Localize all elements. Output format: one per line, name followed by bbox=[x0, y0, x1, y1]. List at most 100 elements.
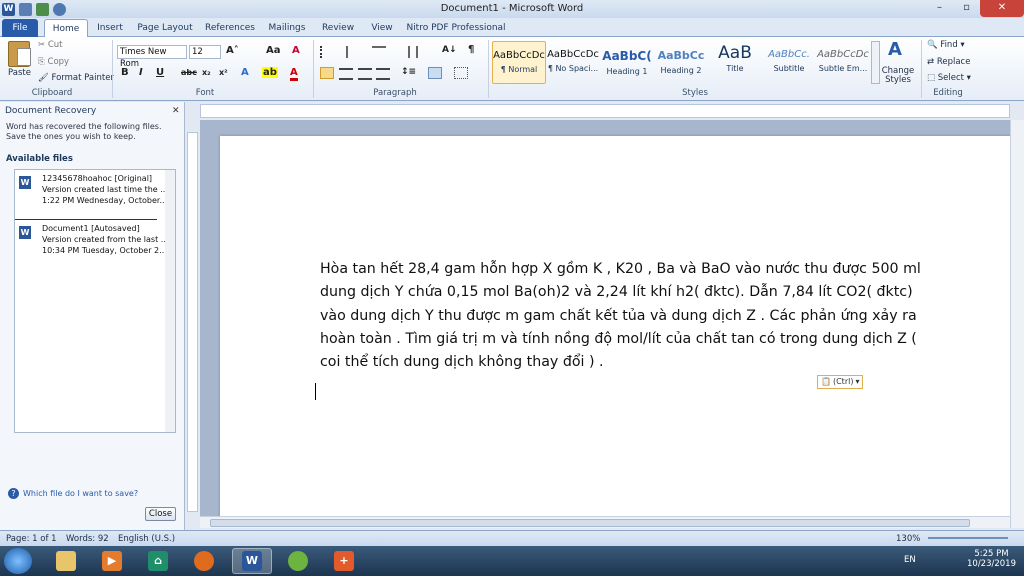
style-subtle-emphasis[interactable]: AaBbCcDc Subtle Em... bbox=[816, 41, 870, 84]
style-subtitle[interactable]: AaBbCc. Subtitle bbox=[762, 41, 816, 84]
bold-button[interactable]: B bbox=[121, 67, 129, 78]
recovered-file-item[interactable]: W Document1 [Autosaved] Version created … bbox=[19, 224, 169, 268]
multilevel-list-icon[interactable] bbox=[372, 46, 386, 58]
numbering-icon[interactable] bbox=[346, 46, 360, 58]
help-link[interactable]: ? Which file do I want to save? bbox=[8, 488, 138, 499]
tab-page-layout[interactable]: Page Layout bbox=[136, 19, 194, 37]
horizontal-ruler[interactable] bbox=[200, 104, 1010, 118]
start-button[interactable] bbox=[4, 548, 32, 574]
style-heading-2[interactable]: AaBbCc Heading 2 bbox=[654, 41, 708, 84]
zoom-level[interactable]: 130% bbox=[896, 534, 920, 544]
window-title: Document1 - Microsoft Word bbox=[440, 3, 584, 14]
select-button[interactable]: ⬚ Select ▾ bbox=[927, 73, 971, 83]
copy-label: Copy bbox=[47, 57, 70, 67]
highlight-icon[interactable]: ab bbox=[262, 67, 278, 78]
document-page[interactable]: Hòa tan hết 28,4 gam hỗn hợp X gồm K , K… bbox=[220, 136, 1010, 516]
maximize-button[interactable]: ▫ bbox=[953, 0, 980, 17]
change-styles-button[interactable]: Change Styles bbox=[880, 67, 916, 85]
title-bar: W Document1 - Microsoft Word – ▫ ✕ bbox=[0, 0, 1024, 18]
tab-insert[interactable]: Insert bbox=[92, 19, 128, 37]
language-indicator[interactable]: English (U.S.) bbox=[118, 534, 175, 544]
file-time: 10:34 PM Tuesday, October 2... bbox=[42, 246, 167, 255]
tab-home[interactable]: Home bbox=[44, 19, 88, 37]
justify-icon[interactable] bbox=[376, 68, 390, 80]
status-bar: Page: 1 of 1 Words: 92 English (U.S.) 13… bbox=[0, 530, 1024, 546]
close-window-button[interactable]: ✕ bbox=[980, 0, 1024, 17]
shading-icon[interactable] bbox=[428, 67, 442, 79]
font-family-select[interactable]: Times New Rom bbox=[117, 45, 187, 69]
taskbar-media-player[interactable]: ▶ bbox=[92, 548, 132, 574]
italic-button[interactable]: I bbox=[139, 67, 143, 78]
taskbar-word[interactable]: W bbox=[232, 548, 272, 574]
style-heading-1[interactable]: AaBbC( Heading 1 bbox=[600, 41, 654, 84]
document-area: Hòa tan hết 28,4 gam hỗn hợp X gồm K , K… bbox=[200, 120, 1010, 516]
vertical-scrollbar[interactable] bbox=[1010, 120, 1024, 528]
text-effects-icon[interactable]: A bbox=[241, 67, 249, 78]
subscript-button[interactable]: x₂ bbox=[202, 68, 211, 77]
borders-icon[interactable] bbox=[454, 67, 468, 79]
taskbar-firefox[interactable] bbox=[184, 548, 224, 574]
tab-review[interactable]: Review bbox=[318, 19, 358, 37]
scroll-thumb[interactable] bbox=[210, 519, 970, 527]
font-size-select[interactable]: 12 bbox=[189, 45, 221, 59]
taskbar-coccoc[interactable] bbox=[278, 548, 318, 574]
underline-button[interactable]: U bbox=[156, 67, 164, 78]
horizontal-scrollbar[interactable] bbox=[200, 516, 1010, 528]
align-left-icon[interactable] bbox=[320, 67, 334, 79]
style-normal[interactable]: AaBbCcDc ¶ Normal bbox=[492, 41, 546, 84]
system-clock[interactable]: 5:25 PM 10/23/2019 bbox=[967, 549, 1016, 569]
group-separator bbox=[112, 40, 113, 98]
word-document-icon: W bbox=[19, 176, 31, 189]
taskbar-explorer[interactable] bbox=[46, 548, 86, 574]
change-styles-icon[interactable]: A bbox=[888, 39, 902, 60]
styles-scroll[interactable] bbox=[871, 41, 880, 84]
page-count[interactable]: Page: 1 of 1 bbox=[6, 534, 57, 544]
align-right-icon[interactable] bbox=[358, 68, 372, 80]
paste-button[interactable]: Paste bbox=[8, 68, 31, 78]
replace-button[interactable]: ⇄ Replace bbox=[927, 57, 970, 67]
editing-group-label: Editing bbox=[933, 88, 963, 98]
pane-close-icon[interactable]: ✕ bbox=[172, 106, 180, 116]
paste-options-button[interactable]: 📋 (Ctrl) ▾ bbox=[817, 375, 864, 389]
clear-format-icon[interactable]: A bbox=[292, 45, 300, 56]
zoom-slider[interactable] bbox=[928, 537, 1008, 539]
vertical-ruler[interactable] bbox=[187, 132, 198, 512]
close-button[interactable]: Close bbox=[145, 507, 176, 521]
font-color-icon[interactable]: A bbox=[290, 67, 298, 81]
tab-nitro-pdf[interactable]: Nitro PDF Professional bbox=[406, 19, 506, 37]
file-name: 12345678hoahoc [Original] bbox=[42, 174, 153, 183]
document-paragraph[interactable]: Hòa tan hết 28,4 gam hỗn hợp X gồm K , K… bbox=[320, 258, 930, 374]
superscript-button[interactable]: x² bbox=[219, 68, 228, 77]
style-title[interactable]: AaB Title bbox=[708, 41, 762, 84]
cut-button[interactable]: ✂ Cut bbox=[38, 40, 62, 50]
paste-icon[interactable] bbox=[8, 41, 31, 67]
taskbar-security[interactable]: + bbox=[324, 548, 364, 574]
format-painter-button[interactable]: 🖌 Format Painter bbox=[38, 73, 114, 83]
bullets-icon[interactable] bbox=[320, 46, 334, 58]
sort-icon[interactable]: A↓ bbox=[442, 45, 457, 55]
tab-references[interactable]: References bbox=[202, 19, 258, 37]
recovered-file-item[interactable]: W 12345678hoahoc [Original] Version crea… bbox=[19, 174, 169, 218]
language-bar[interactable]: EN bbox=[904, 555, 916, 565]
minimize-button[interactable]: – bbox=[926, 0, 953, 17]
tab-view[interactable]: View bbox=[366, 19, 398, 37]
style-name: ¶ No Spaci... bbox=[547, 64, 599, 73]
tab-file[interactable]: File bbox=[2, 19, 38, 37]
taskbar-app[interactable]: ⌂ bbox=[138, 548, 178, 574]
find-button[interactable]: 🔍 Find ▾ bbox=[927, 40, 965, 50]
strikethrough-button[interactable]: abc bbox=[181, 68, 197, 77]
tab-mailings[interactable]: Mailings bbox=[264, 19, 310, 37]
increase-indent-icon[interactable] bbox=[416, 46, 430, 58]
copy-button[interactable]: ⎘ Copy bbox=[38, 57, 69, 67]
change-case-icon[interactable]: Aa bbox=[266, 45, 281, 56]
clock-date: 10/23/2019 bbox=[967, 559, 1016, 569]
decrease-indent-icon[interactable] bbox=[396, 46, 410, 58]
line-spacing-icon[interactable]: ↕≡ bbox=[401, 67, 416, 77]
align-center-icon[interactable] bbox=[339, 68, 353, 80]
folder-icon bbox=[56, 551, 76, 571]
show-formatting-icon[interactable]: ¶ bbox=[468, 44, 474, 55]
word-count[interactable]: Words: 92 bbox=[66, 534, 109, 544]
grow-font-icon[interactable]: A˄ bbox=[226, 45, 239, 56]
style-no-spacing[interactable]: AaBbCcDc ¶ No Spaci... bbox=[546, 41, 600, 84]
file-list-scrollbar[interactable] bbox=[165, 170, 175, 432]
